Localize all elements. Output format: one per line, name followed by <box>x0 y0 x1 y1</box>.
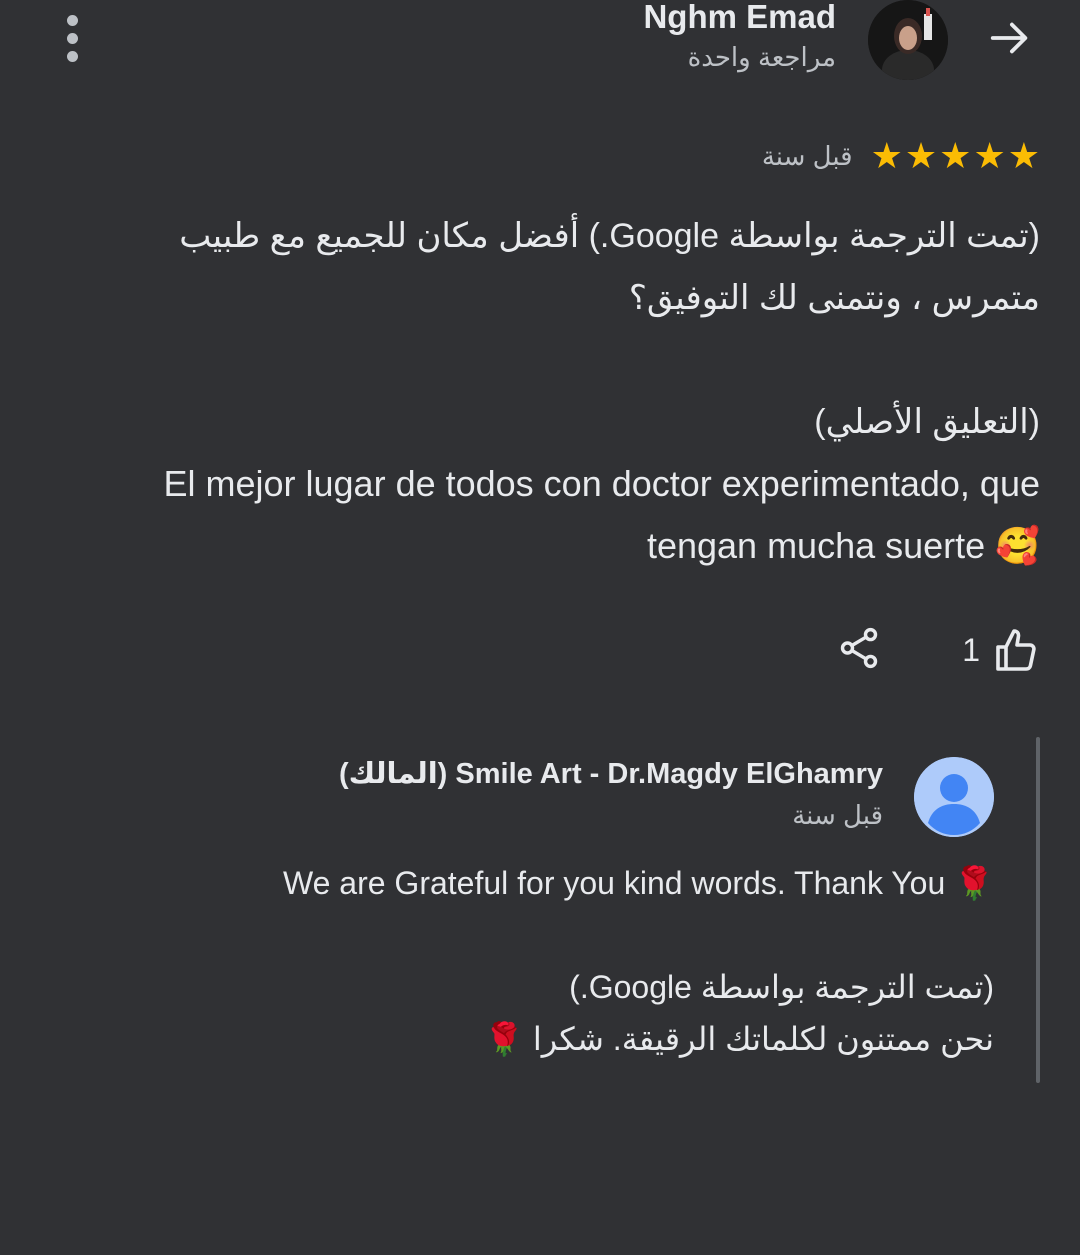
star-icon: ★ <box>973 135 1006 176</box>
star-icon: ★ <box>939 135 972 176</box>
owner-name: Smile Art - Dr.Magdy ElGhamry (المالك) <box>338 758 883 790</box>
star-icon: ★ <box>870 135 903 176</box>
arrow-forward-icon <box>990 22 1028 54</box>
owner-reply-line: We are Grateful for you kind words. Than… <box>282 865 994 901</box>
reviewer-photo <box>868 0 948 80</box>
review-actions: 1 <box>836 625 1040 676</box>
like-count: 1 <box>962 632 980 668</box>
owner-avatar <box>914 757 994 837</box>
reviewer-avatar[interactable] <box>868 0 948 80</box>
review-text: (تمت الترجمة بواسطة Google.) أفضل مكان ل… <box>40 205 1040 577</box>
like-button[interactable]: 1 <box>962 627 1040 675</box>
owner-reply-text: We are Grateful for you kind words. Than… <box>200 857 994 1065</box>
star-icon: ★ <box>904 135 938 176</box>
review-detail-page: Nghm Emad مراجعة واحدة ★ ★ ★ ★ ★ قبل سنة… <box>0 0 1080 1255</box>
review-translated-line: متمرس ، ونتمنى لك التوفيق؟ <box>628 279 1040 317</box>
person-icon <box>914 757 994 837</box>
original-comment-heading: (التعليق الأصلي) <box>814 403 1040 441</box>
review-original-line: El mejor lugar de todos con doctor exper… <box>163 463 1040 504</box>
owner-reply-date: قبل سنة <box>792 800 883 830</box>
share-button[interactable] <box>836 625 882 676</box>
rating-row: ★ ★ ★ ★ ★ قبل سنة <box>762 138 1040 174</box>
more-vert-icon-dot <box>66 50 78 62</box>
star-rating: ★ ★ ★ ★ ★ <box>871 138 1040 174</box>
share-icon <box>840 627 878 669</box>
reviewer-name[interactable]: Nghm Emad <box>643 0 836 36</box>
owner-reply-translated-heading: (تمت الترجمة بواسطة Google.) <box>569 969 994 1005</box>
more-vert-icon-dot <box>66 14 78 26</box>
reviewer-review-count: مراجعة واحدة <box>687 42 836 72</box>
star-icon: ★ <box>1007 135 1040 176</box>
review-date: قبل سنة <box>761 140 853 171</box>
reply-indicator-line <box>1036 737 1040 1083</box>
owner-reply-translated-line: نحن ممتنون لكلماتك الرقيقة. شكرا 🌹 <box>484 1021 994 1057</box>
review-translated-line: (تمت الترجمة بواسطة Google.) أفضل مكان ل… <box>179 217 1040 255</box>
more-options-button[interactable] <box>50 12 94 64</box>
more-vert-icon-dot <box>66 32 78 44</box>
review-original-line: tengan mucha suerte 🥰 <box>646 525 1040 566</box>
back-button[interactable] <box>982 10 1038 66</box>
thumb-up-icon <box>996 628 1036 671</box>
